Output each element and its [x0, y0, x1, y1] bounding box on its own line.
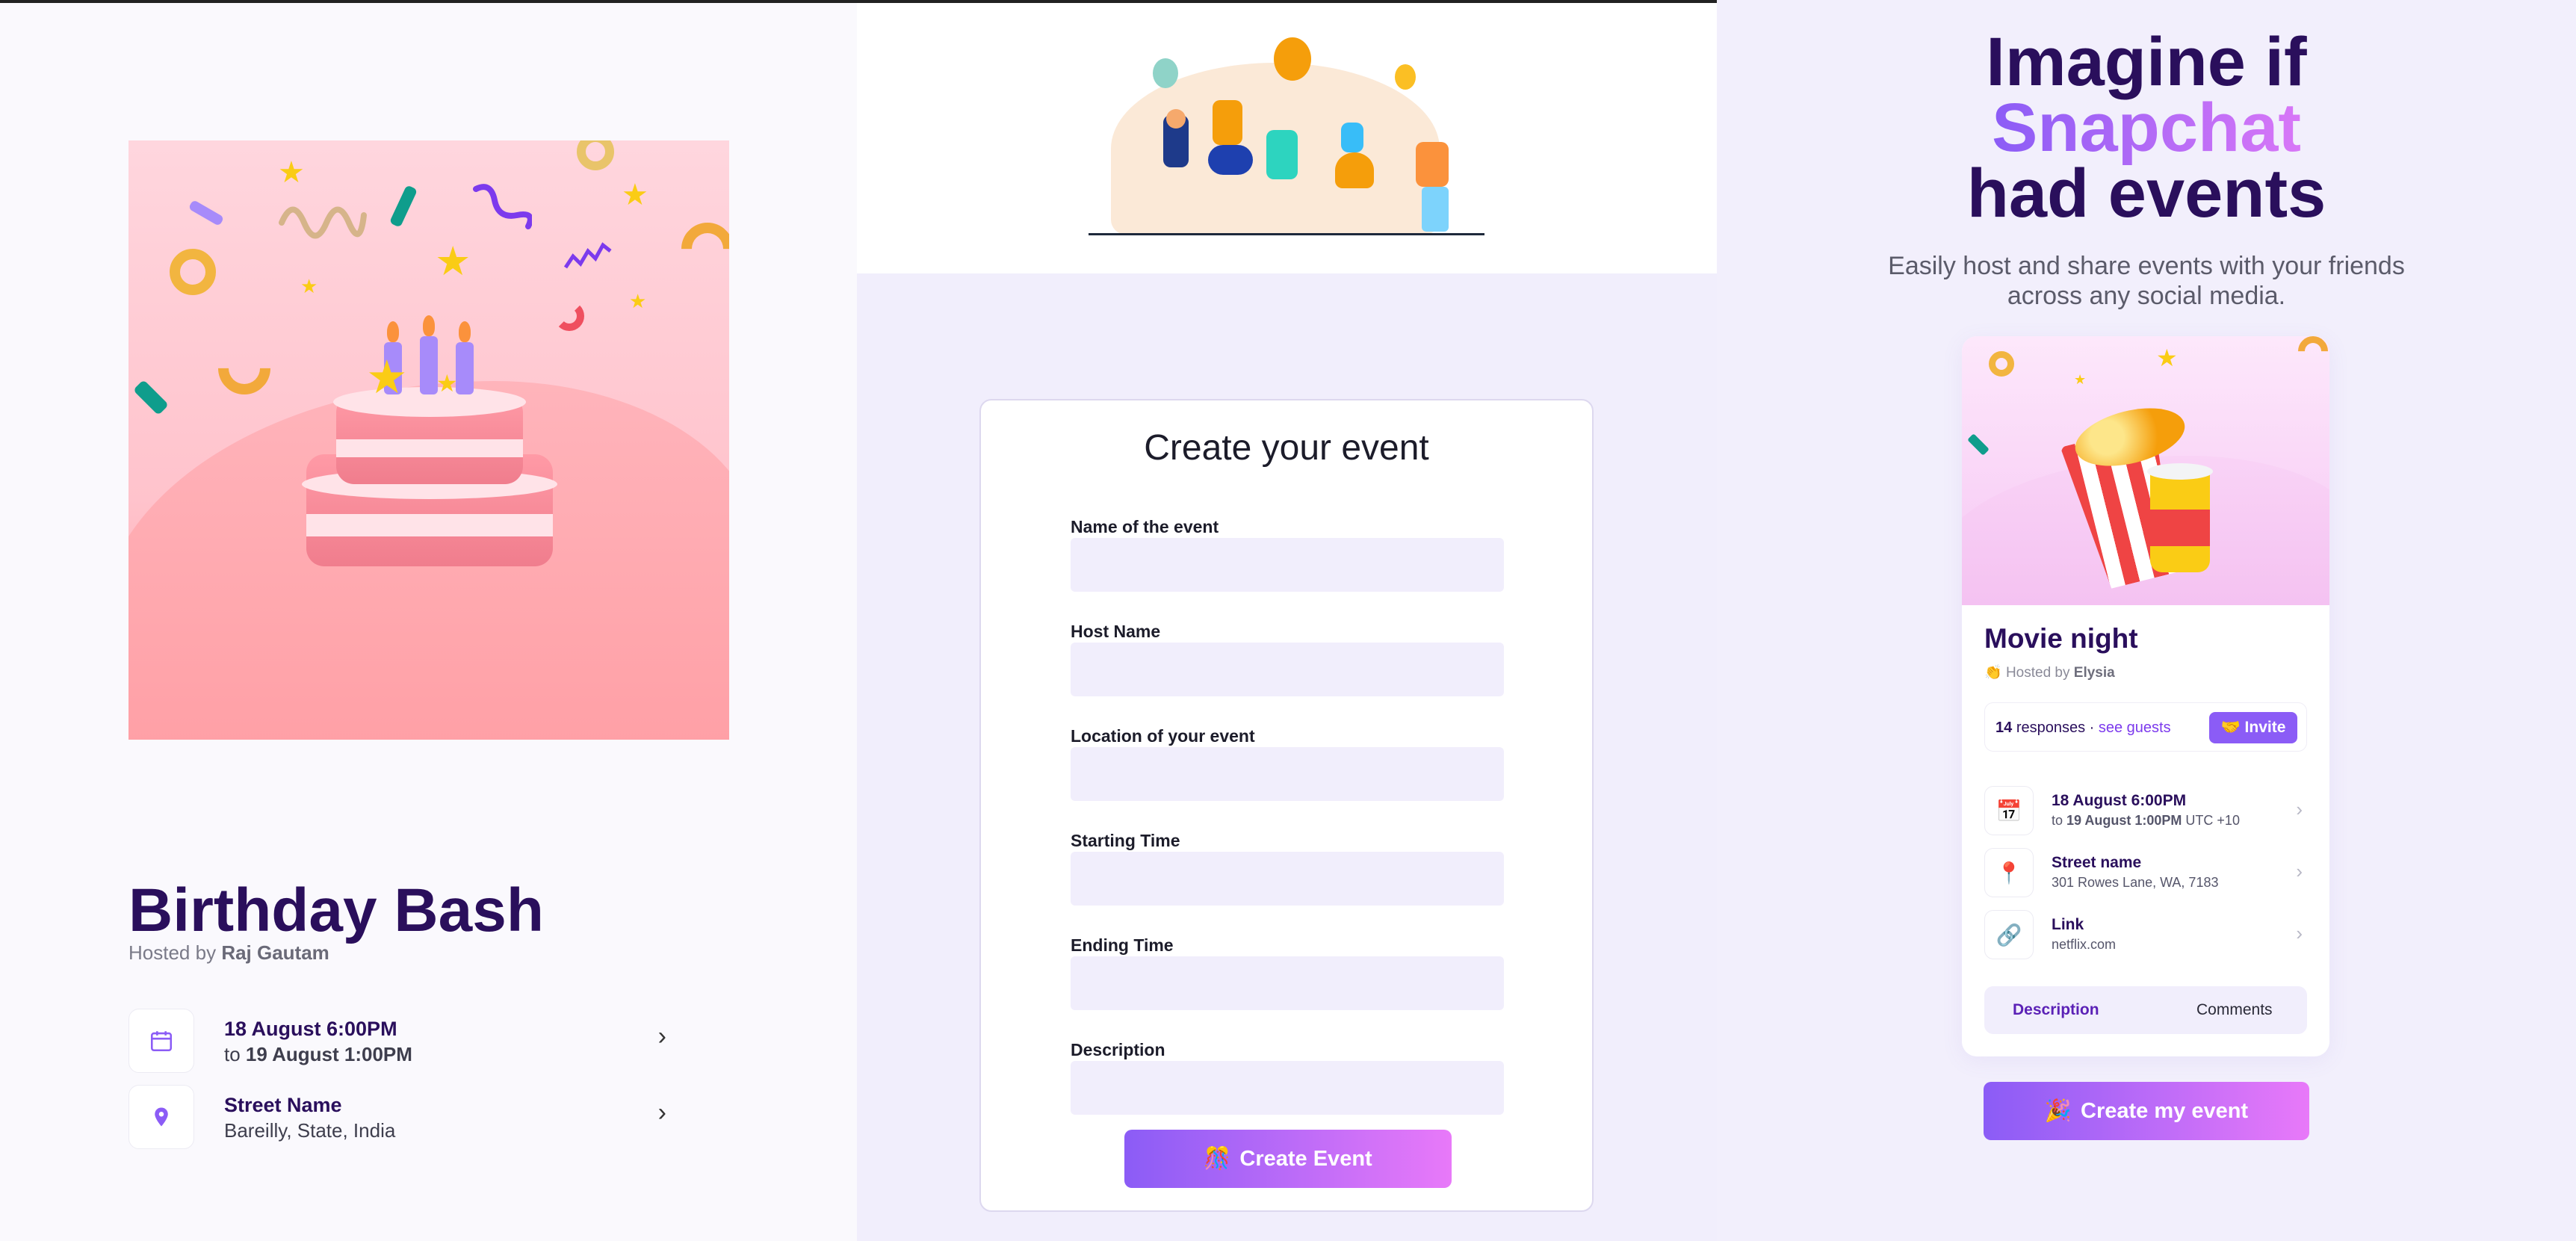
card-date-row[interactable]: 📅 18 August 6:00PM to 19 August 1:00PM U… — [1984, 784, 2307, 837]
start-time-label: Starting Time — [1071, 831, 1180, 850]
birthday-cake-illustration: ★ ★ ★ ★ ★ ★ ★ — [129, 140, 729, 740]
card-location-row[interactable]: 📍 Street name 301 Rowes Lane, WA, 7183 › — [1984, 847, 2307, 899]
party-popper-icon: 🎉 — [2044, 1099, 2072, 1123]
star-icon: ★ — [2156, 344, 2178, 371]
star-icon: ★ — [2074, 372, 2087, 387]
landing-panel: Imagine if Snapchat had events Easily ho… — [1717, 0, 2576, 1241]
calendar-icon — [129, 1009, 194, 1073]
flame-icon — [459, 321, 471, 342]
card-title: Movie night — [1984, 623, 2138, 654]
chevron-right-icon: › — [2296, 860, 2303, 882]
event-name-input[interactable] — [1071, 538, 1504, 592]
movie-night-card: ★ ★ Movie night 👏 Hosted by Elysia 14 re… — [1962, 336, 2329, 1056]
star-icon: ★ — [629, 290, 647, 312]
chevron-right-icon: › — [2296, 798, 2303, 820]
create-event-panel: Create your event Name of the event Host… — [857, 0, 1717, 1241]
event-date-row[interactable]: 18 August 6:00PM to 19 August 1:00PM › — [129, 1009, 666, 1073]
card-link-row[interactable]: 🔗 Link netflix.com › — [1984, 909, 2307, 961]
balloon-icon — [1395, 64, 1416, 90]
event-location-row[interactable]: Street Name Bareilly, State, India › — [129, 1085, 666, 1149]
squiggle-decoration — [473, 184, 532, 229]
tab-description[interactable]: Description — [2013, 1001, 2099, 1019]
host-name: Raj Gautam — [221, 941, 329, 964]
end-time-label: Ending Time — [1071, 935, 1174, 955]
responses-box: 14 responses · see guests 🤝 Invite — [1984, 702, 2307, 752]
form-title: Create your event — [1144, 428, 1429, 468]
location-input[interactable] — [1071, 747, 1504, 801]
event-name-label: Name of the event — [1071, 517, 1219, 536]
hosted-by: Hosted by Raj Gautam — [129, 941, 329, 964]
event-preview-panel: ★ ★ ★ ★ ★ ★ ★ Birthday Bash Hosted by Ra… — [0, 0, 857, 1241]
calendar-icon: 📅 — [1984, 786, 2034, 835]
star-icon: ★ — [435, 239, 471, 284]
location-pin-icon: 📍 — [1984, 848, 2034, 897]
card-hosted-by: 👏 Hosted by Elysia — [1984, 665, 2115, 681]
party-people-illustration — [857, 3, 1717, 273]
description-label: Description — [1071, 1040, 1165, 1059]
description-input[interactable] — [1071, 1061, 1504, 1115]
squiggle-decoration — [279, 206, 367, 239]
star-icon: ★ — [366, 352, 408, 403]
end-time-input[interactable] — [1071, 956, 1504, 1010]
star-icon: ★ — [436, 370, 458, 397]
hero-line-1: Imagine if — [1986, 24, 2307, 100]
star-icon: ★ — [278, 156, 305, 189]
flame-icon — [387, 321, 399, 342]
star-icon: ★ — [622, 179, 648, 211]
event-title: Birthday Bash — [129, 876, 544, 944]
hero-subtitle: Easily host and share events with your f… — [1888, 252, 2405, 310]
card-tabs: Description Comments — [1984, 986, 2307, 1034]
start-time-input[interactable] — [1071, 852, 1504, 906]
flame-icon — [423, 315, 435, 336]
hero-line-3: had events — [1966, 155, 2326, 232]
hero-line-2: Snapchat — [1991, 90, 2302, 166]
create-event-form: Create your event Name of the event Host… — [979, 399, 1594, 1212]
invite-button[interactable]: 🤝 Invite — [2209, 712, 2297, 743]
chevron-right-icon: › — [657, 1022, 666, 1050]
host-name-label: Host Name — [1071, 622, 1161, 641]
confetti-icon: 🎊 — [1204, 1147, 1231, 1171]
chevron-right-icon: › — [657, 1098, 666, 1127]
host-name-input[interactable] — [1071, 643, 1504, 696]
create-event-button[interactable]: 🎊 Create Event — [1124, 1130, 1452, 1188]
chevron-right-icon: › — [2296, 922, 2303, 944]
clap-icon: 👏 — [1984, 665, 2002, 681]
location-pin-icon — [129, 1085, 194, 1149]
squiggle-decoration — [563, 242, 612, 269]
popcorn-illustration: ★ ★ — [1962, 336, 2329, 605]
create-my-event-button[interactable]: 🎉 Create my event — [1984, 1082, 2309, 1140]
responses-count: 14 — [1996, 719, 2013, 736]
star-icon: ★ — [300, 275, 318, 297]
location-label: Location of your event — [1071, 726, 1255, 746]
see-guests-link[interactable]: see guests — [2099, 719, 2171, 736]
balloon-icon — [1153, 58, 1178, 88]
balloon-icon — [1274, 37, 1311, 81]
link-icon: 🔗 — [1984, 910, 2034, 959]
tab-comments[interactable]: Comments — [2196, 1001, 2273, 1019]
